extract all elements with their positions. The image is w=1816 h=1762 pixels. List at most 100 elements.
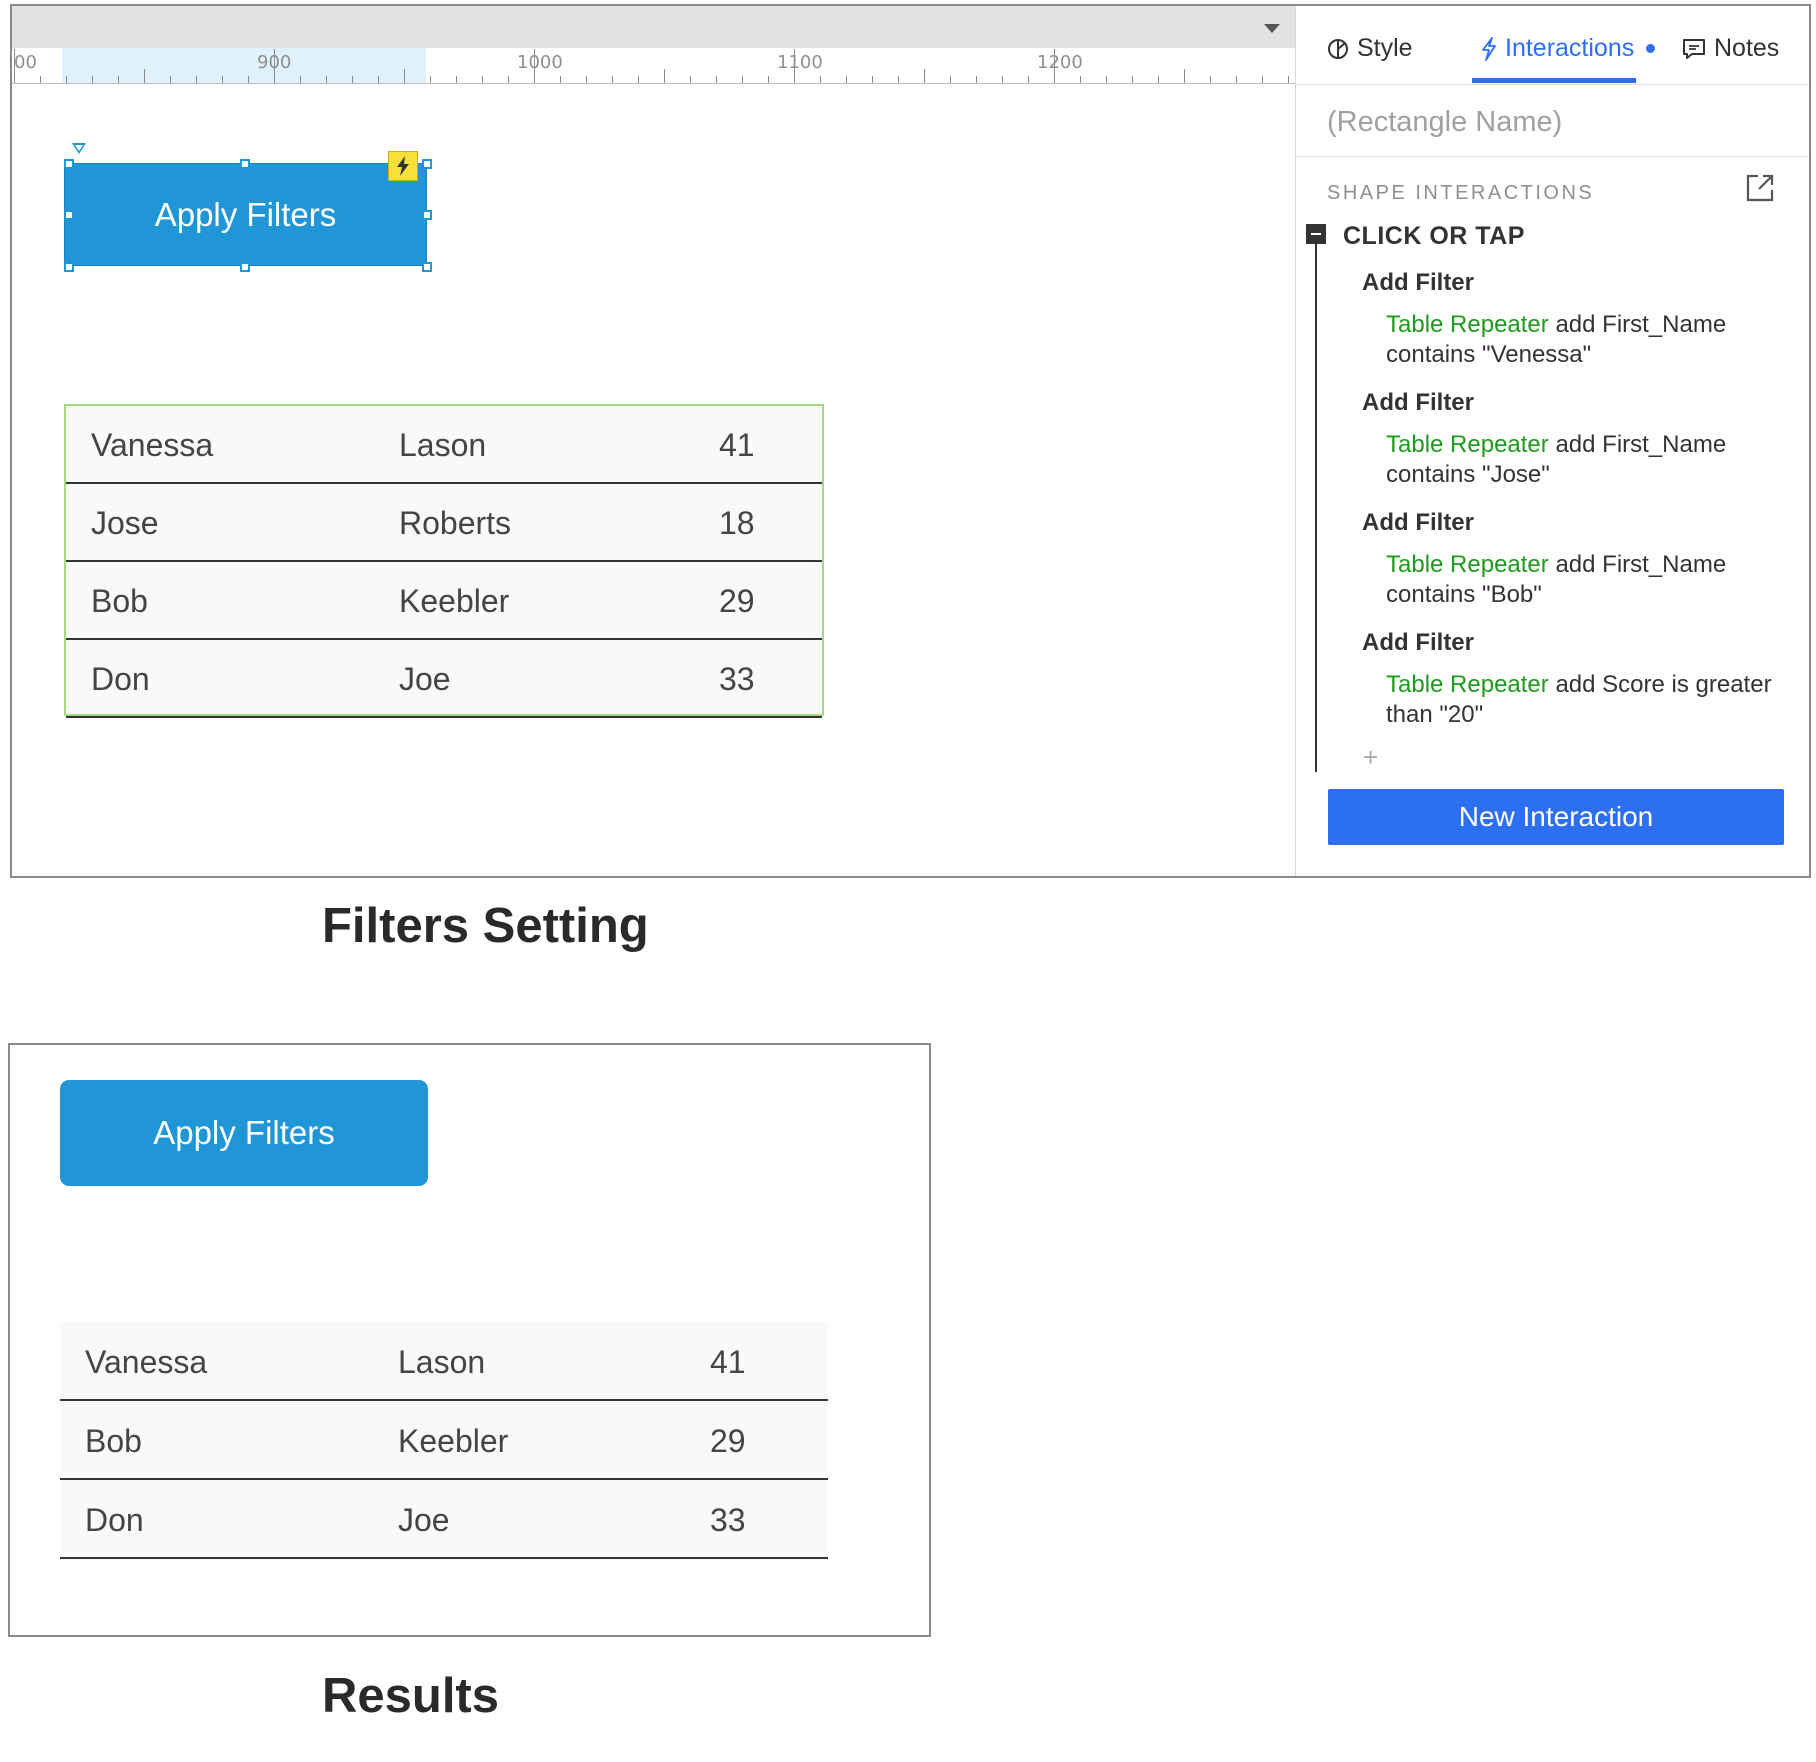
ruler-tick [1184, 69, 1185, 83]
action-description[interactable]: Table Repeater add First_Name contains "… [1386, 550, 1796, 610]
ruler-tick [872, 76, 873, 83]
table-row[interactable]: Vanessa Lason 41 [66, 406, 822, 484]
last-name-cell: Roberts [399, 505, 512, 541]
unsaved-dot-icon [1646, 44, 1656, 53]
ruler-tick [248, 76, 249, 83]
resize-handle[interactable] [422, 262, 432, 272]
first-name-cell: Vanessa [85, 1344, 208, 1380]
action-title[interactable]: Add Filter [1362, 629, 1474, 657]
ruler-tick [664, 69, 665, 83]
ruler-tick [40, 76, 41, 83]
ruler-tick [404, 69, 405, 83]
ruler-tick [924, 69, 925, 83]
ruler-tick [92, 76, 93, 83]
first-name-cell: Don [85, 1502, 144, 1538]
widget-label: Apply Filters [154, 195, 337, 233]
ruler-tick [898, 76, 899, 83]
first-name-cell: Bob [91, 583, 148, 619]
action-description[interactable]: Table Repeater add Score is greater than… [1386, 670, 1796, 730]
ruler-tick [1132, 76, 1133, 83]
caption-filters-setting: Filters Setting [322, 899, 649, 953]
tab-notes[interactable]: Notes [1682, 34, 1779, 63]
resize-handle[interactable] [64, 262, 74, 272]
ruler-tick [820, 76, 821, 83]
last-name-cell: Keebler [399, 583, 510, 619]
last-name-cell: Lason [399, 427, 487, 463]
score-cell: 29 [710, 1423, 746, 1459]
table-repeater[interactable]: Vanessa Lason 41 Jose Roberts 18 Bob Kee… [64, 404, 824, 718]
action-target: Table Repeater [1386, 431, 1549, 458]
action-title[interactable]: Add Filter [1362, 509, 1474, 537]
score-cell: 33 [710, 1502, 746, 1538]
ruler-label: 1200 [1037, 52, 1083, 73]
ruler-tick [1236, 76, 1237, 83]
ruler-label: 1100 [777, 52, 823, 73]
resize-handle[interactable] [422, 159, 432, 169]
bolt-icon [1482, 36, 1496, 61]
ruler-label: 00 [14, 52, 37, 73]
ruler-tick [768, 76, 769, 83]
resize-handle[interactable] [240, 262, 250, 272]
interaction-bolt-icon[interactable] [388, 151, 418, 181]
tab-interactions[interactable]: Interactions [1481, 34, 1656, 63]
properties-panel: Style Interactions Notes (Rectangle Name… [1295, 6, 1809, 876]
action-title[interactable]: Add Filter [1362, 389, 1474, 417]
shape-name-field[interactable]: (Rectangle Name) [1327, 106, 1562, 139]
resize-handle[interactable] [240, 159, 250, 169]
tab-style-label: Style [1357, 34, 1413, 62]
resize-handle[interactable] [64, 159, 74, 169]
add-action-icon[interactable]: + [1363, 742, 1378, 773]
caption-results: Results [322, 1669, 500, 1723]
style-icon [1328, 38, 1348, 59]
canvas-toolbar-strip [12, 6, 1295, 48]
table-row: Bob Keebler 29 [60, 1401, 828, 1480]
ruler-tick [508, 76, 509, 83]
ruler-tick [1210, 76, 1211, 83]
last-name-cell: Joe [398, 1502, 450, 1538]
ruler-tick [846, 76, 847, 83]
first-name-cell: Don [91, 661, 150, 697]
ruler-tick [1158, 76, 1159, 83]
notes-icon [1683, 38, 1705, 59]
ruler-tick [586, 76, 587, 83]
resize-handle[interactable] [422, 210, 432, 220]
apply-filters-widget[interactable]: Apply Filters [64, 163, 427, 266]
ruler-tick [352, 76, 353, 83]
score-cell: 18 [719, 505, 755, 541]
table-row[interactable]: Don Joe 33 [66, 640, 822, 718]
score-cell: 29 [719, 583, 755, 619]
tab-notes-label: Notes [1714, 34, 1780, 62]
new-interaction-button[interactable]: New Interaction [1328, 789, 1784, 845]
editor-window: 00 900 1000 1100 1200 Apply Filters Vane… [10, 4, 1811, 878]
active-tab-underline [1472, 78, 1636, 83]
ruler-tick [690, 76, 691, 83]
ruler-tick [638, 76, 639, 83]
horizontal-ruler: 00 900 1000 1100 1200 [12, 48, 1295, 84]
ruler-tick [1106, 76, 1107, 83]
section-title: SHAPE INTERACTIONS [1327, 182, 1595, 204]
dropdown-triangle-icon[interactable] [1264, 24, 1280, 33]
design-canvas[interactable]: 00 900 1000 1100 1200 Apply Filters Vane… [12, 6, 1295, 876]
ruler-tick [1288, 76, 1289, 83]
popout-icon[interactable] [1745, 173, 1775, 208]
tab-style[interactable]: Style [1327, 34, 1413, 63]
ruler-tick [378, 76, 379, 83]
resize-handle[interactable] [64, 210, 74, 220]
action-target: Table Repeater [1386, 671, 1549, 698]
table-row: Vanessa Lason 41 [60, 1322, 828, 1401]
action-description[interactable]: Table Repeater add First_Name contains "… [1386, 430, 1796, 490]
table-row[interactable]: Bob Keebler 29 [66, 562, 822, 640]
ruler-tick [1002, 76, 1003, 83]
action-title[interactable]: Add Filter [1362, 269, 1474, 297]
action-description[interactable]: Table Repeater add First_Name contains "… [1386, 310, 1796, 370]
collapse-icon[interactable] [1306, 224, 1326, 244]
score-cell: 41 [710, 1344, 746, 1380]
apply-filters-button[interactable]: Apply Filters [60, 1080, 428, 1186]
ruler-tick [326, 76, 327, 83]
event-title[interactable]: CLICK OR TAP [1343, 222, 1525, 251]
ruler-label: 900 [257, 52, 292, 73]
table-row[interactable]: Jose Roberts 18 [66, 484, 822, 562]
score-cell: 41 [719, 427, 755, 463]
ruler-tick [118, 76, 119, 83]
ruler-tick [742, 76, 743, 83]
